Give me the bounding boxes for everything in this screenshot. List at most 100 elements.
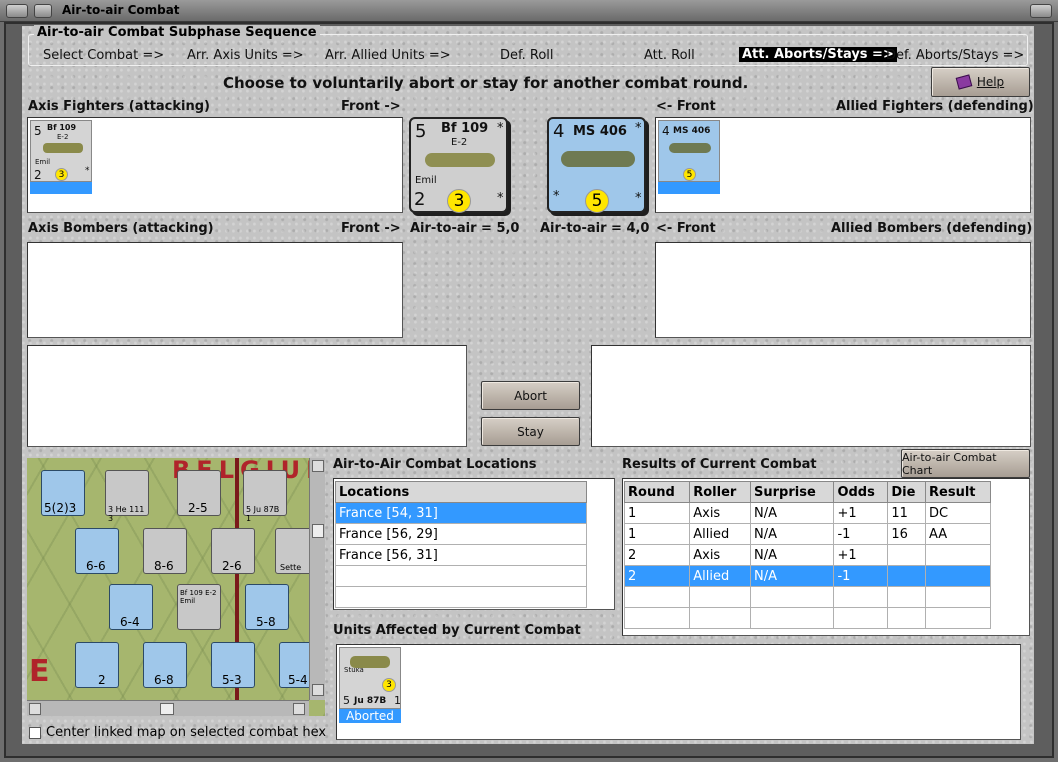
center-map-checkbox[interactable] (29, 727, 41, 739)
help-label: Help (976, 75, 1005, 89)
center-map-label: Center linked map on selected combat hex (46, 725, 327, 740)
window-title: Air-to-air Combat (62, 3, 180, 17)
map-unit[interactable]: 2-6 (211, 528, 255, 574)
allied-front-label: <- Front (656, 99, 716, 114)
col-odds: Odds (833, 481, 889, 503)
axis-fighter-counter[interactable]: 5 Bf 109 E-2 Emil 2 3 * (30, 120, 92, 182)
results-grid[interactable]: Round Roller Surprise Odds Die Result 1A… (622, 478, 1030, 636)
result-row[interactable]: 2 Axis N/A +1 (623, 544, 991, 566)
axis-front-counter: 5 Bf 109 E-2 * Emil 2 3 * (409, 117, 508, 213)
allied-front-label-2: <- Front (656, 221, 716, 236)
col-die: Die (887, 481, 927, 503)
seq-step-att-roll: Att. Roll (644, 48, 695, 63)
map-unit[interactable]: 5-3 (211, 642, 255, 688)
instruction-text: Choose to voluntarily abort or stay for … (223, 74, 749, 92)
map-unit[interactable]: 5-8 (245, 584, 289, 630)
plane-icon (669, 143, 711, 153)
map-unit[interactable]: 2 (75, 642, 119, 688)
map-horizontal-scrollbar[interactable] (27, 700, 309, 716)
abort-button[interactable]: Abort (481, 381, 580, 410)
allied-fighters-label: Allied Fighters (defending) (836, 99, 1034, 114)
map-unit[interactable]: 5(2)3 (41, 470, 85, 516)
map-unit[interactable]: 6-8 (143, 642, 187, 688)
minimize-icon[interactable] (34, 4, 52, 18)
col-result: Result (925, 481, 991, 503)
affected-unit-counter[interactable]: Stuka 3 5 Ju 87B 1 (339, 647, 401, 709)
result-row-selected[interactable]: 2 Allied N/A -1 (623, 565, 991, 587)
scroll-thumb-h[interactable] (160, 703, 174, 715)
result-row[interactable]: 1 Allied N/A -1 16 AA (623, 523, 991, 545)
stuka-plane-icon (350, 656, 390, 668)
allied-fighter-selection-bar (658, 182, 720, 194)
axis-air-to-air: Air-to-air = 5,0 (410, 221, 520, 236)
aborted-status: Aborted (339, 709, 401, 723)
location-row[interactable]: France [54, 31] (335, 502, 587, 524)
seq-step-arr-allied: Arr. Allied Units => (325, 48, 451, 63)
results-table: Round Roller Surprise Odds Die Result 1A… (623, 481, 991, 629)
allied-bombers-label: Allied Bombers (defending) (831, 221, 1033, 236)
map-unit[interactable]: 6-4 (109, 584, 153, 630)
axis-bombers-box[interactable] (27, 242, 403, 338)
map-vertical-scrollbar[interactable] (309, 458, 325, 700)
allied-info-box (591, 345, 1031, 447)
location-row[interactable]: France [56, 29] (335, 523, 587, 545)
map-region-label: E (29, 654, 50, 689)
scroll-right-icon[interactable] (293, 703, 305, 715)
seq-step-select-combat: Select Combat => (43, 48, 165, 63)
result-row[interactable]: 1 Axis N/A +1 11 DC (623, 502, 991, 524)
bf109-plane-icon (425, 153, 495, 167)
scroll-up-icon[interactable] (312, 460, 324, 472)
map-unit[interactable]: 2-5 (177, 470, 221, 516)
col-round: Round (623, 481, 691, 503)
sequence-legend: Air-to-air Combat Subphase Sequence (34, 25, 320, 40)
seq-step-def-roll: Def. Roll (500, 48, 554, 63)
col-surprise: Surprise (750, 481, 835, 503)
locations-title: Air-to-Air Combat Locations (333, 457, 537, 472)
map-unit[interactable]: 3 He 111 3 (105, 470, 149, 523)
results-header-row: Round Roller Surprise Odds Die Result (623, 481, 991, 503)
axis-fighters-label: Axis Fighters (attacking) (28, 99, 210, 114)
map-unit[interactable]: 6-6 (75, 528, 119, 574)
allied-bombers-box[interactable] (655, 242, 1031, 338)
axis-fighters-box[interactable]: 5 Bf 109 E-2 Emil 2 3 * (27, 117, 403, 213)
seq-step-arr-axis: Arr. Axis Units => (187, 48, 304, 63)
locations-list[interactable]: Locations France [54, 31] France [56, 29… (333, 478, 615, 610)
locations-table: Locations France [54, 31] France [56, 29… (335, 481, 587, 608)
result-row[interactable] (623, 586, 991, 608)
col-roller: Roller (689, 481, 752, 503)
location-row[interactable] (335, 565, 587, 587)
location-row[interactable] (335, 586, 587, 608)
map-unit[interactable]: 8-6 (143, 528, 187, 574)
ms406-plane-icon (561, 151, 635, 167)
axis-front-label: Front -> (341, 99, 401, 114)
close-icon[interactable] (1030, 4, 1052, 18)
axis-front-label-2: Front -> (341, 221, 401, 236)
affected-units-box[interactable]: Stuka 3 5 Ju 87B 1 Aborted (336, 644, 1021, 740)
help-button[interactable]: Help (931, 67, 1030, 97)
system-menu-icon[interactable] (6, 4, 28, 18)
allied-air-to-air: Air-to-air = 4,0 (540, 221, 650, 236)
stay-button[interactable]: Stay (481, 417, 580, 446)
allied-fighter-counter[interactable]: 4 MS 406 5 (658, 120, 720, 182)
axis-bombers-label: Axis Bombers (attacking) (28, 221, 214, 236)
locations-header: Locations (335, 481, 587, 503)
scroll-left-icon[interactable] (29, 703, 41, 715)
result-row[interactable] (623, 607, 991, 629)
location-row[interactable]: France [56, 31] (335, 544, 587, 566)
help-book-icon (955, 74, 973, 90)
linked-map[interactable]: BELGIUM E 5(2)3 3 He 111 3 2-5 5 Ju 87B … (27, 458, 325, 716)
axis-info-box (27, 345, 467, 447)
affected-title: Units Affected by Current Combat (333, 623, 581, 638)
title-bar: Air-to-air Combat (0, 0, 1058, 22)
plane-icon (43, 143, 83, 153)
seq-step-def-aborts: Def. Aborts/Stays => (886, 48, 1025, 63)
map-unit[interactable]: Bf 109 E-2 Emil (177, 584, 221, 630)
results-title: Results of Current Combat (622, 457, 817, 472)
axis-fighter-selection-bar (30, 182, 92, 194)
scroll-down-icon[interactable] (312, 684, 324, 696)
scroll-thumb[interactable] (312, 524, 324, 538)
allied-fighters-box[interactable]: 4 MS 406 5 (655, 117, 1031, 213)
seq-step-att-aborts-active: Att. Aborts/Stays => (739, 47, 897, 62)
map-unit[interactable]: 5 Ju 87B 1 (243, 470, 287, 523)
combat-chart-button[interactable]: Air-to-air Combat Chart (901, 449, 1030, 478)
